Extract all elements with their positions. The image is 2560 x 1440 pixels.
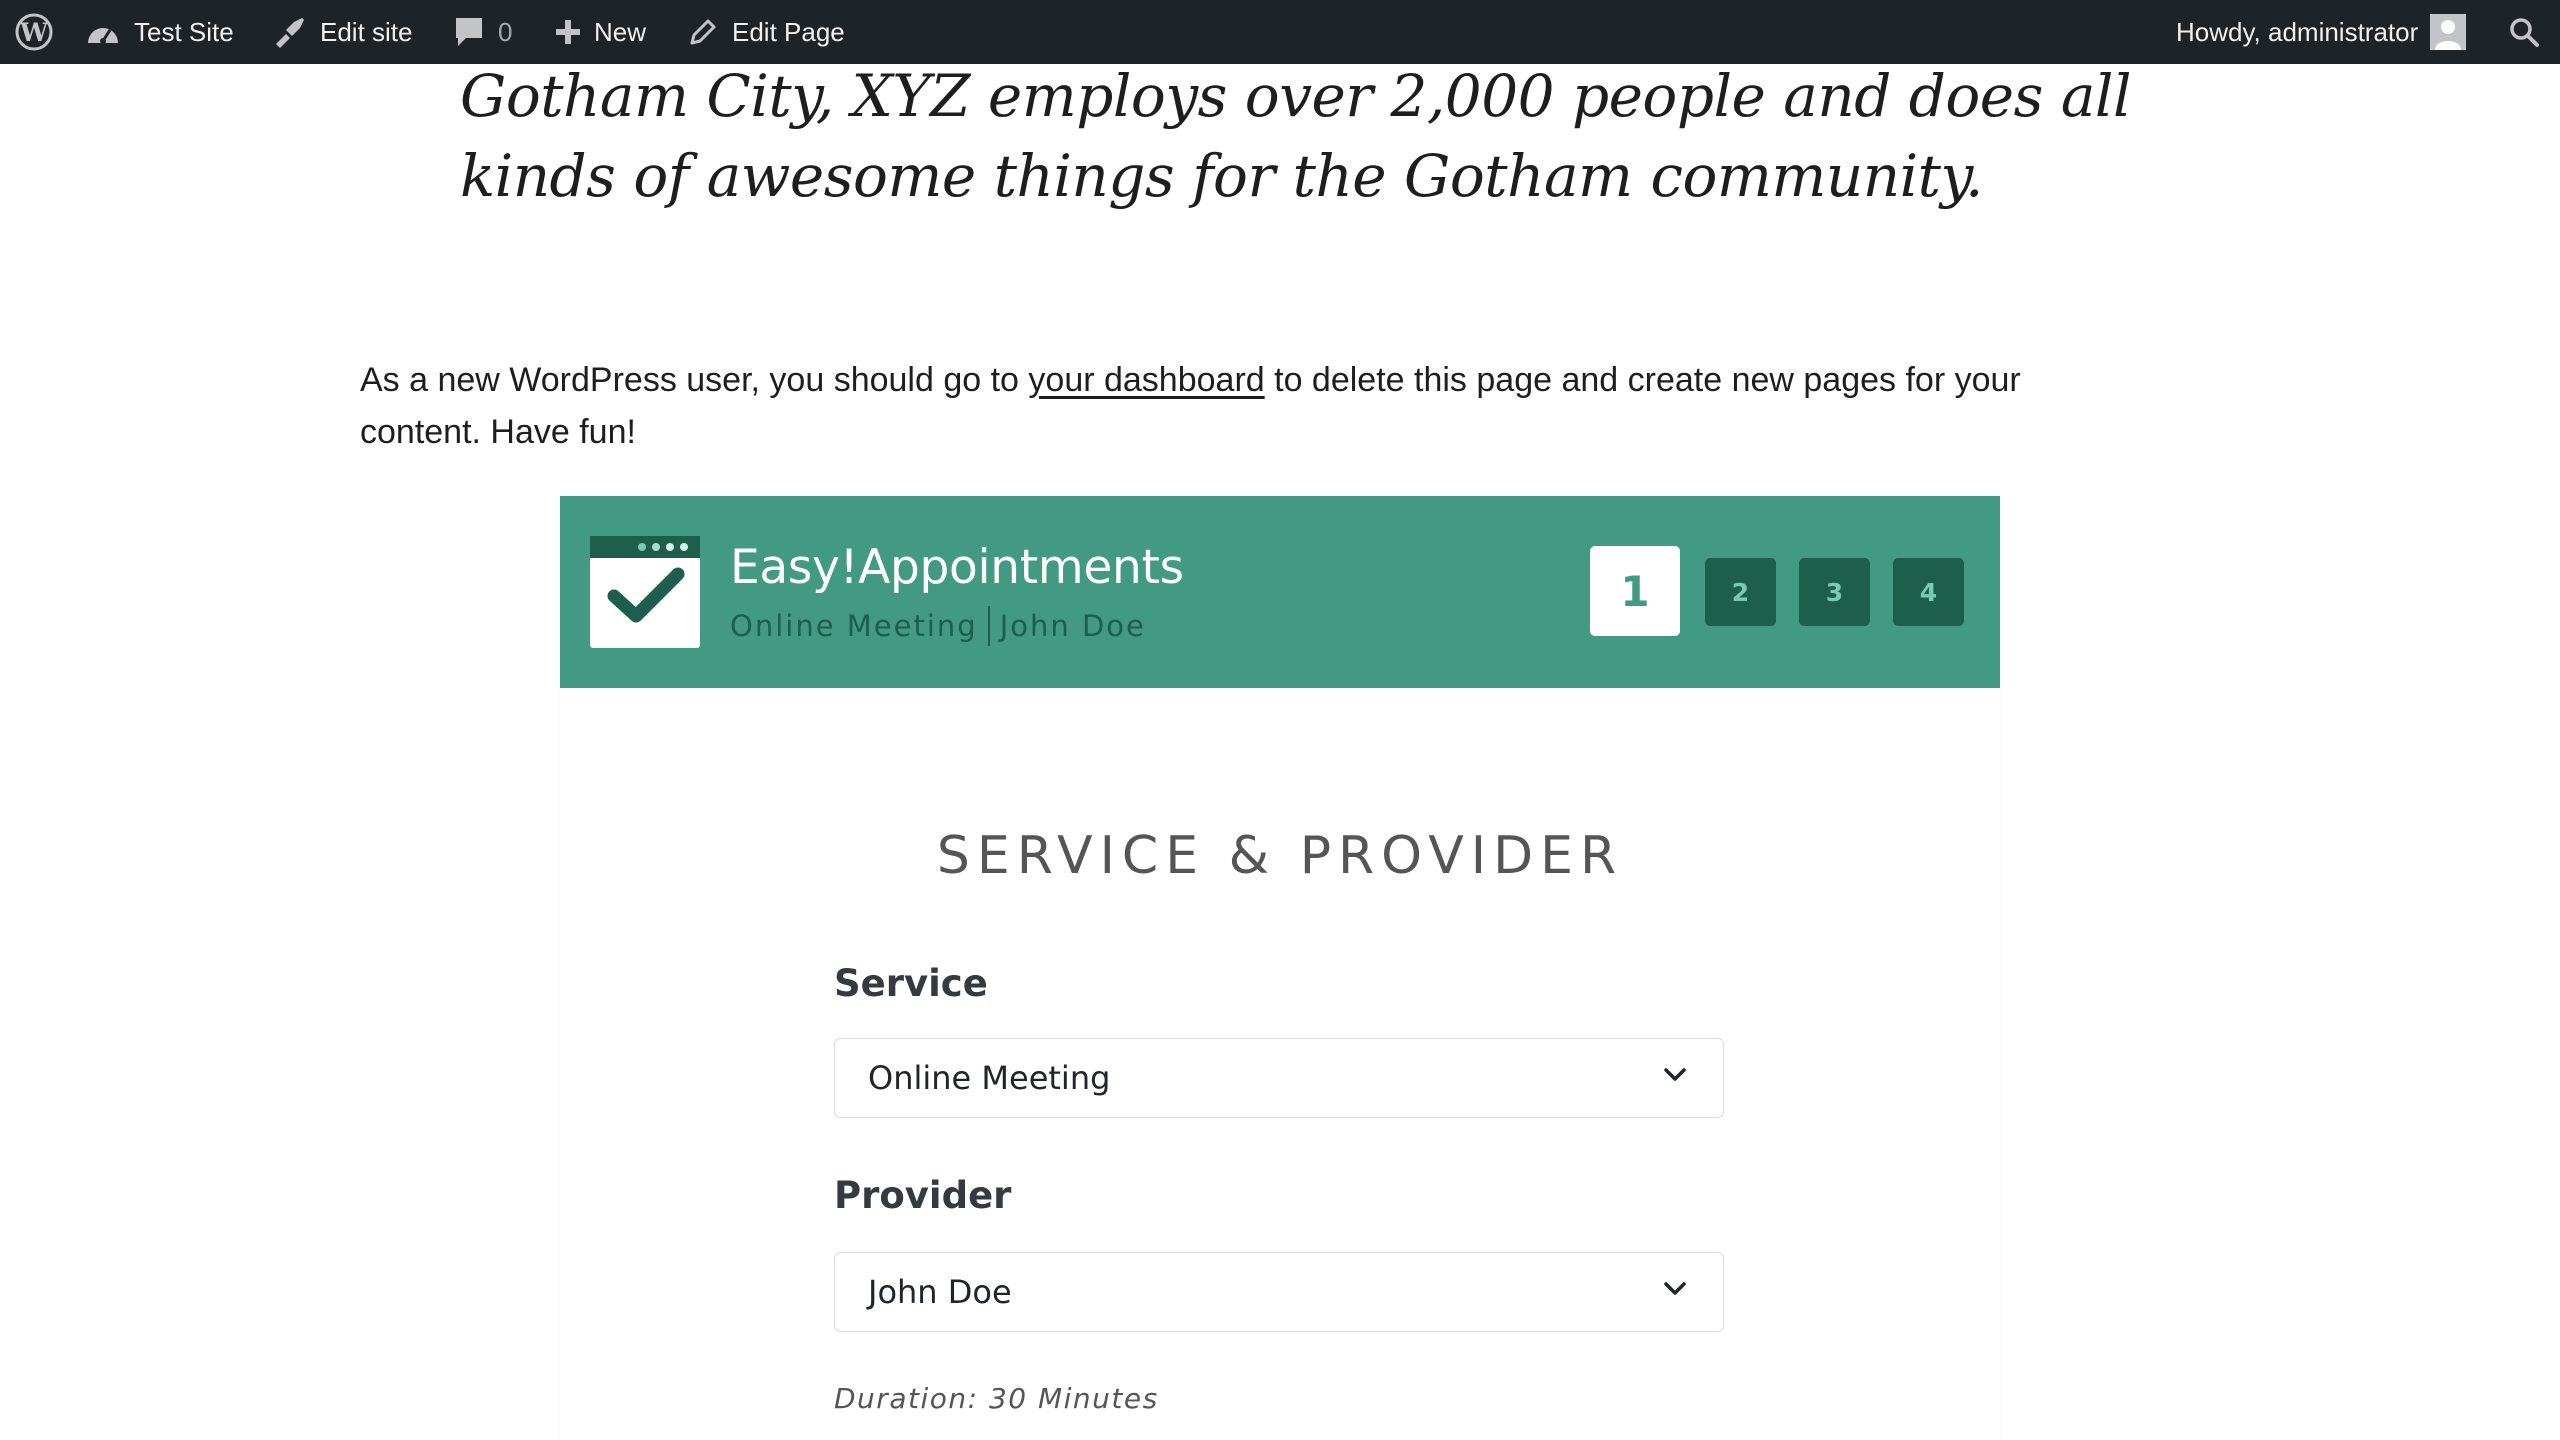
admin-bar-edit-site[interactable]: Edit site: [272, 0, 413, 64]
pencil-icon: [688, 17, 718, 47]
plus-icon: [554, 18, 582, 46]
step-2-button[interactable]: 2: [1705, 558, 1776, 626]
dashboard-icon: [86, 17, 120, 47]
chevron-down-icon: [1663, 1281, 1687, 1302]
brush-icon: [272, 16, 306, 48]
admin-bar-comments[interactable]: 0: [454, 0, 512, 64]
service-select[interactable]: Online Meeting: [834, 1038, 1724, 1118]
company-name: Easy!Appointments: [730, 540, 1184, 595]
provider-select-value: John Doe: [868, 1273, 1012, 1311]
comments-count: 0: [498, 16, 513, 47]
greeting: Howdy, administrator: [2176, 16, 2419, 47]
wordpress-logo-icon[interactable]: W: [14, 0, 54, 64]
step-title: SERVICE & PROVIDER: [936, 826, 1624, 886]
step-3-button[interactable]: 3: [1799, 558, 1870, 626]
selected-provider-summary: John Doe: [999, 609, 1146, 643]
service-select-value: Online Meeting: [868, 1059, 1111, 1097]
selected-service-summary: Online Meeting: [730, 609, 978, 643]
booking-widget: Easy!Appointments Online Meeting John Do…: [560, 496, 2000, 1440]
selection-summary: Online Meeting John Doe: [730, 606, 1146, 646]
intro-quote: Gotham City, XYZ employs over 2,000 peop…: [460, 62, 2132, 210]
admin-bar-new[interactable]: New: [554, 0, 646, 64]
calendar-check-icon: [590, 536, 700, 653]
service-label: Service: [834, 962, 988, 1005]
provider-label: Provider: [834, 1174, 1012, 1217]
provider-select[interactable]: John Doe: [834, 1252, 1724, 1332]
intro-text-before: As a new WordPress user, you should go t…: [360, 361, 1029, 399]
separator: [987, 606, 990, 646]
admin-bar-account[interactable]: Howdy, administrator: [2176, 0, 2467, 64]
admin-bar: W Test Site Edit site 0 New Edit Page Ho…: [0, 0, 2560, 64]
search-icon[interactable]: [2508, 0, 2540, 64]
avatar: [2430, 14, 2467, 50]
comment-icon: [454, 16, 484, 48]
dashboard-link[interactable]: your dashboard: [1028, 361, 1264, 399]
admin-bar-edit-page[interactable]: Edit Page: [688, 0, 845, 64]
service-duration: Duration: 30 Minutes: [834, 1382, 1159, 1415]
site-name: Test Site: [134, 16, 234, 47]
edit-page-label: Edit Page: [732, 16, 845, 47]
step-1-button[interactable]: 1: [1590, 546, 1680, 636]
svg-text:W: W: [19, 18, 49, 47]
step-4-button[interactable]: 4: [1893, 558, 1964, 626]
edit-site-label: Edit site: [320, 16, 413, 47]
chevron-down-icon: [1663, 1067, 1687, 1088]
admin-bar-site[interactable]: Test Site: [86, 0, 234, 64]
new-label: New: [594, 16, 647, 47]
booking-header: Easy!Appointments Online Meeting John Do…: [560, 496, 2000, 688]
intro-paragraph: As a new WordPress user, you should go t…: [360, 354, 2120, 458]
